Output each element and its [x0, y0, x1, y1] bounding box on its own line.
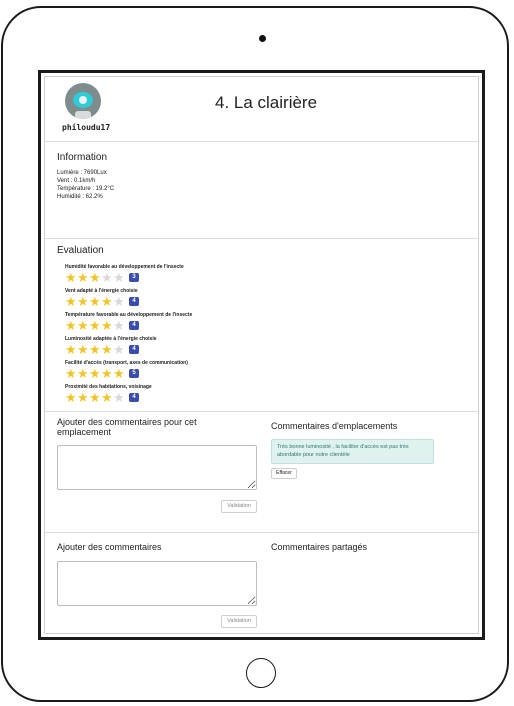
page-panel: philoudu17 4. La clairière Information L…: [44, 76, 479, 634]
star-icon[interactable]: ★: [113, 391, 125, 404]
light-value: Lumière : 7690Lux: [57, 170, 107, 176]
location-comments-section: Ajouter des commentaires pour cet emplac…: [45, 412, 478, 533]
add-location-comment-title: Ajouter des commentaires pour cet emplac…: [57, 417, 197, 437]
information-title: Information: [57, 152, 108, 163]
star-icon[interactable]: ★: [101, 271, 113, 284]
star-rating[interactable]: ★ ★ ★ ★ ★ 4: [65, 343, 157, 356]
star-icon[interactable]: ★: [113, 271, 125, 284]
temperature-value: Température : 19.2°C: [57, 186, 115, 192]
score-badge: 3: [129, 273, 139, 282]
location-comment-item: Très bonne luminosité , la faciliter d'a…: [271, 439, 434, 464]
star-rating[interactable]: ★ ★ ★ ★ ★ 4: [65, 319, 192, 332]
avatar: [65, 83, 101, 119]
score-badge: 5: [129, 369, 139, 378]
star-icon[interactable]: ★: [65, 271, 77, 284]
home-button[interactable]: [246, 658, 276, 688]
star-icon[interactable]: ★: [113, 319, 125, 332]
username: philoudu17: [62, 123, 111, 132]
star-icon[interactable]: ★: [101, 343, 113, 356]
star-rating[interactable]: ★ ★ ★ ★ ★ 4: [65, 391, 152, 404]
shared-comments-title: Commentaires partagés: [271, 542, 368, 552]
criterion-wind: Vent adapté à l'énergie choisie ★ ★ ★ ★ ★ 4: [65, 287, 139, 308]
validate-location-comment-button[interactable]: Validation: [221, 500, 257, 513]
star-icon[interactable]: ★: [65, 391, 77, 404]
star-icon[interactable]: ★: [89, 391, 101, 404]
star-icon[interactable]: ★: [101, 367, 113, 380]
star-rating[interactable]: ★ ★ ★ ★ ★ 3: [65, 271, 184, 284]
score-badge: 4: [129, 393, 139, 402]
star-icon[interactable]: ★: [89, 367, 101, 380]
criterion-temperature: Température favorable au développement d…: [65, 311, 192, 332]
star-rating[interactable]: ★ ★ ★ ★ ★ 5: [65, 367, 188, 380]
star-icon[interactable]: ★: [101, 295, 113, 308]
star-icon[interactable]: ★: [89, 319, 101, 332]
star-icon[interactable]: ★: [89, 271, 101, 284]
star-icon[interactable]: ★: [65, 295, 77, 308]
avatar-eye-icon: [73, 92, 93, 108]
star-icon[interactable]: ★: [113, 295, 125, 308]
humidity-value: Humidité : 62.2%: [57, 194, 103, 200]
star-rating[interactable]: ★ ★ ★ ★ ★ 4: [65, 295, 139, 308]
star-icon[interactable]: ★: [89, 343, 101, 356]
star-icon[interactable]: ★: [77, 343, 89, 356]
information-lines: Lumière : 7690Lux Vent : 0.1km/h Tempéra…: [57, 169, 114, 201]
criterion-light: Luminosité adaptée à l'énergie choisie ★…: [65, 335, 157, 356]
tablet-screen: philoudu17 4. La clairière Information L…: [38, 70, 485, 640]
evaluation-section: Evaluation Humidité favorable au dévelop…: [45, 239, 478, 412]
criterion-neighborhood: Proximité des habitations, voisinage ★ ★ ★…: [65, 383, 152, 404]
information-section: Information Lumière : 7690Lux Vent : 0.1…: [45, 142, 478, 239]
star-icon[interactable]: ★: [77, 367, 89, 380]
avatar-body-icon: [75, 111, 91, 119]
page-header: philoudu17 4. La clairière: [45, 77, 478, 142]
page-title: 4. La clairière: [215, 93, 318, 112]
evaluation-title: Evaluation: [57, 245, 104, 256]
star-icon[interactable]: ★: [101, 391, 113, 404]
star-icon[interactable]: ★: [113, 343, 125, 356]
star-icon[interactable]: ★: [77, 391, 89, 404]
star-icon[interactable]: ★: [77, 295, 89, 308]
add-shared-comment-title: Ajouter des commentaires: [57, 542, 162, 552]
star-icon[interactable]: ★: [65, 367, 77, 380]
star-icon[interactable]: ★: [65, 319, 77, 332]
star-icon[interactable]: ★: [77, 319, 89, 332]
score-badge: 4: [129, 321, 139, 330]
star-icon[interactable]: ★: [89, 295, 101, 308]
location-comment-input[interactable]: [57, 445, 257, 490]
camera-icon: [259, 35, 266, 42]
star-icon[interactable]: ★: [65, 343, 77, 356]
criterion-access: Facilité d'accès (transport, axes de com…: [65, 359, 188, 380]
wind-value: Vent : 0.1km/h: [57, 178, 96, 184]
score-badge: 4: [129, 297, 139, 306]
score-badge: 4: [129, 345, 139, 354]
erase-comment-button[interactable]: Effacer: [271, 468, 297, 479]
shared-comment-input[interactable]: [57, 561, 257, 606]
location-comments-title: Commentaires d'emplacements: [271, 421, 398, 431]
star-icon[interactable]: ★: [101, 319, 113, 332]
validate-shared-comment-button[interactable]: Validation: [221, 615, 257, 628]
star-icon[interactable]: ★: [113, 367, 125, 380]
shared-comments-section: Ajouter des commentaires Validation Comm…: [45, 533, 478, 637]
criterion-humidity: Humidité favorable au développement de l…: [65, 263, 184, 284]
star-icon[interactable]: ★: [77, 271, 89, 284]
